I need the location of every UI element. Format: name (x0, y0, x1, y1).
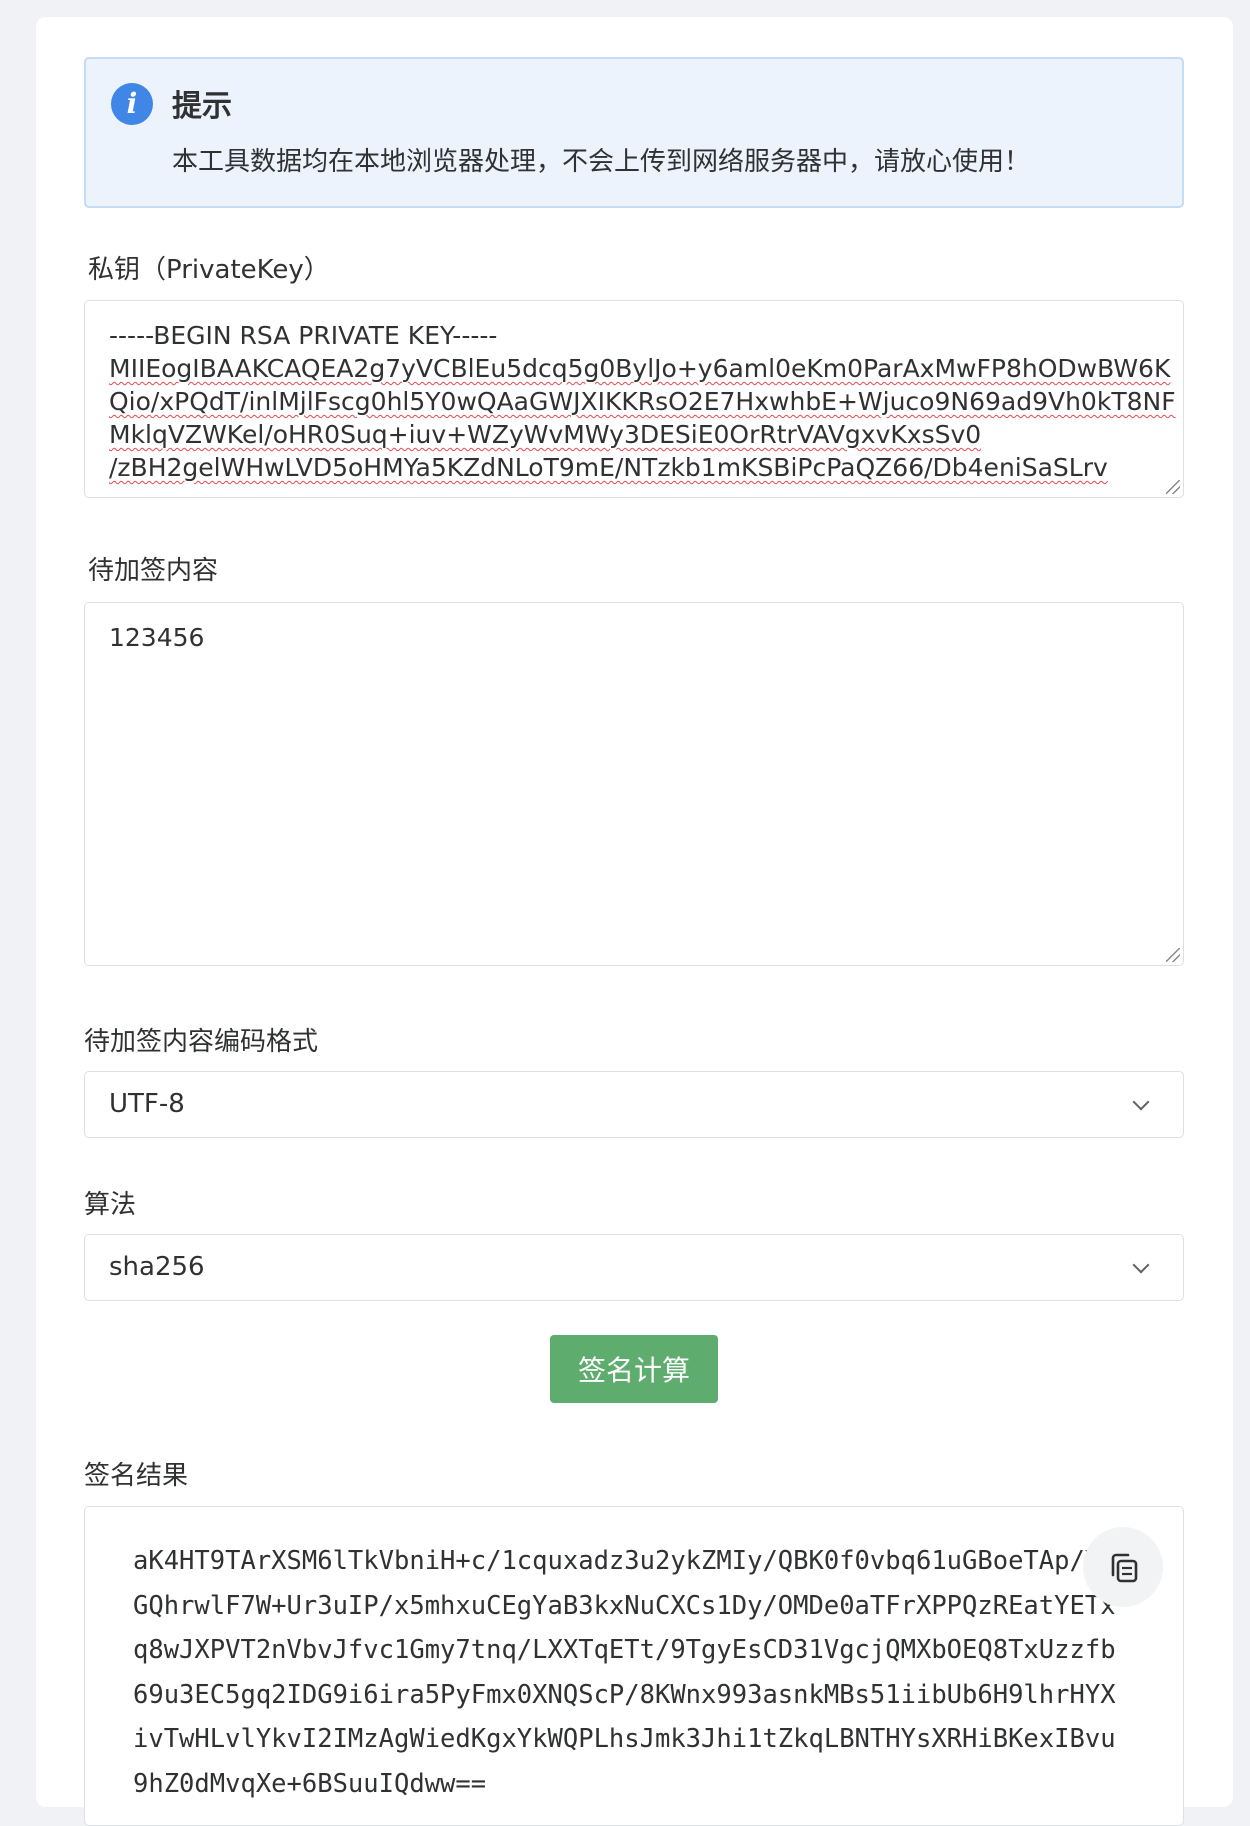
info-icon: i (111, 83, 153, 125)
content-value: 123456 (109, 623, 205, 652)
private-key-value: -----BEGIN RSA PRIVATE KEY----- MIIEogIB… (109, 319, 1177, 484)
algorithm-select[interactable]: sha256 (84, 1234, 1184, 1301)
content-label: 待加签内容 (88, 556, 219, 586)
chevron-down-icon (1132, 1093, 1150, 1111)
encoding-label: 待加签内容编码格式 (84, 1027, 319, 1057)
notice-box: i 提示 本工具数据均在本地浏览器处理，不会上传到网络服务器中，请放心使用！ (84, 57, 1184, 208)
encoding-select[interactable]: UTF-8 (84, 1071, 1184, 1138)
private-key-label: 私钥（PrivateKey） (88, 255, 330, 285)
private-key-header: -----BEGIN RSA PRIVATE KEY----- (109, 321, 498, 350)
content-textarea[interactable]: 123456 (84, 602, 1184, 966)
private-key-partial-line: /zBH2gelWHwLVD5oHMYa5KZdNLoT9mE/NTzkb1mK… (109, 453, 1108, 482)
result-box: aK4HT9TArXSM6lTkVbniH+c/1cquxadz3u2ykZMI… (84, 1506, 1184, 1826)
notice-text: 本工具数据均在本地浏览器处理，不会上传到网络服务器中，请放心使用！ (172, 147, 1031, 177)
private-key-body: MIIEogIBAAKCAQEA2g7yVCBlEu5dcq5g0BylJo+y… (109, 354, 1176, 449)
notice-title: 提示 (172, 89, 232, 124)
copy-button[interactable] (1083, 1527, 1163, 1607)
private-key-textarea[interactable]: -----BEGIN RSA PRIVATE KEY----- MIIEogIB… (84, 300, 1184, 498)
result-label: 签名结果 (84, 1461, 189, 1491)
result-value: aK4HT9TArXSM6lTkVbniH+c/1cquxadz3u2ykZMI… (133, 1546, 1116, 1799)
sign-button[interactable]: 签名计算 (550, 1335, 718, 1403)
chevron-down-icon (1132, 1256, 1150, 1274)
resize-handle-icon[interactable] (1166, 948, 1180, 962)
resize-handle-icon[interactable] (1166, 480, 1180, 494)
encoding-selected: UTF-8 (109, 1089, 185, 1119)
copy-icon (1111, 1553, 1138, 1583)
algorithm-selected: sha256 (109, 1252, 205, 1282)
main-card: i 提示 本工具数据均在本地浏览器处理，不会上传到网络服务器中，请放心使用！ 私… (36, 17, 1233, 1826)
algorithm-label: 算法 (84, 1190, 137, 1220)
